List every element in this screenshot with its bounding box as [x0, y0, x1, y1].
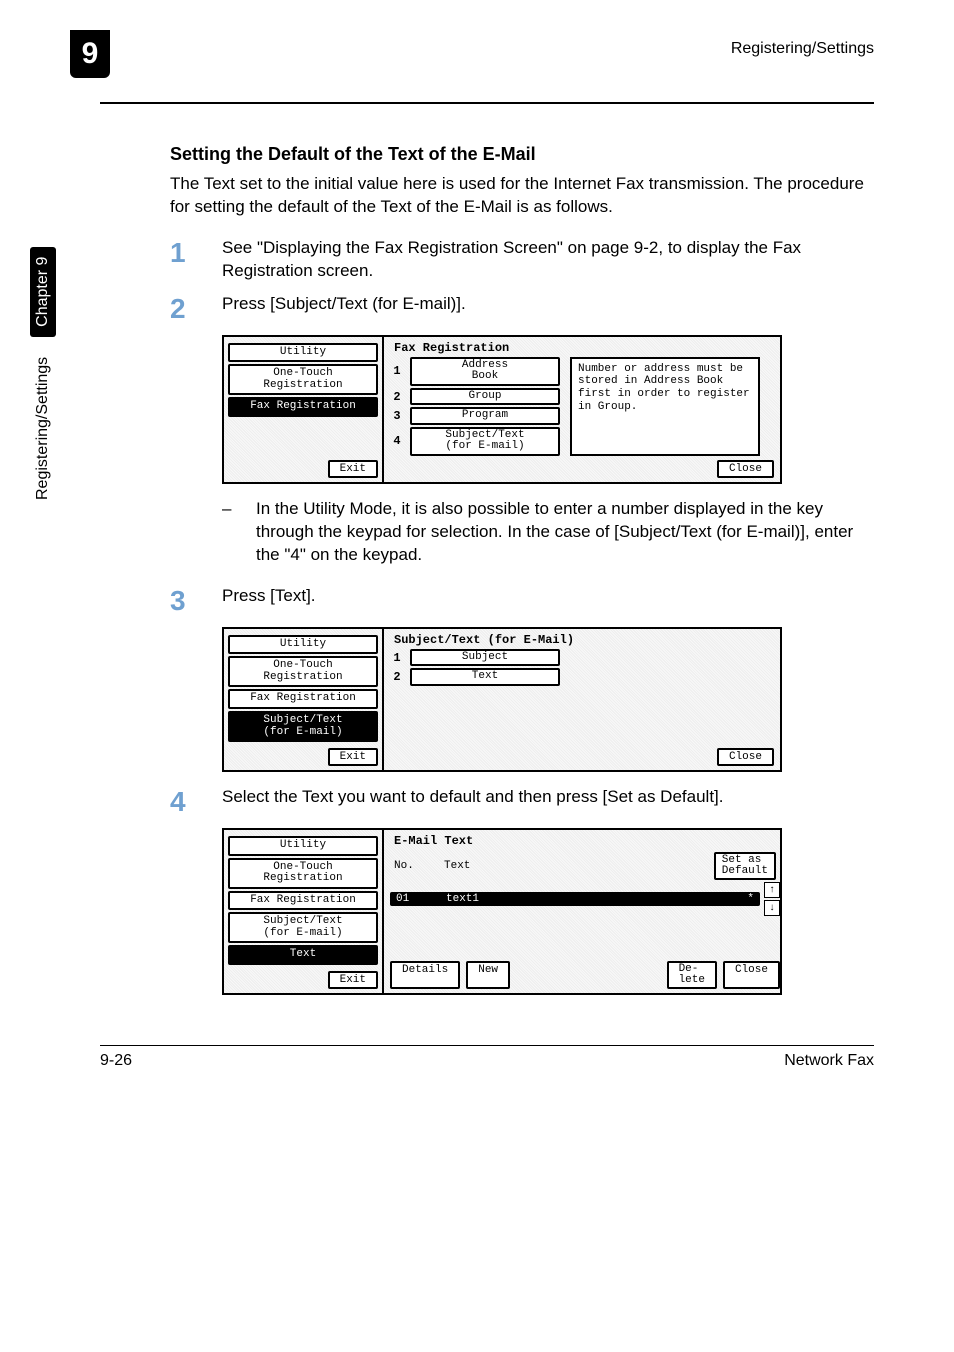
footer: 9-26 Network Fax — [100, 1045, 874, 1070]
scroll-up-button[interactable]: ↑ — [764, 882, 780, 898]
step-1-number: 1 — [170, 237, 194, 283]
opt3-num: 3 — [390, 409, 404, 423]
one-touch-registration-button[interactable]: One-Touch Registration — [228, 364, 378, 395]
panel1-message: Number or address must be stored in Addr… — [570, 357, 760, 456]
panel-subject-text: Utility One-Touch Registration Fax Regis… — [222, 627, 782, 772]
step-3: 3 Press [Text]. — [170, 585, 874, 617]
panel-fax-registration: Utility One-Touch Registration Fax Regis… — [222, 335, 782, 484]
panel3-left: Utility One-Touch Registration Fax Regis… — [224, 830, 384, 993]
fax-registration-button-3[interactable]: Fax Registration — [228, 891, 378, 911]
exit-button-1[interactable]: Exit — [328, 460, 378, 478]
content: Setting the Default of the Text of the E… — [170, 144, 874, 995]
intro-text: The Text set to the initial value here i… — [170, 173, 874, 219]
step-2-number: 2 — [170, 293, 194, 325]
panel1-right: Fax Registration 1 Address Book 2 Group 3P… — [384, 337, 780, 482]
panel-email-text: Utility One-Touch Registration Fax Regis… — [222, 828, 782, 995]
row1-text: text1 — [446, 893, 727, 905]
header-row: Registering/Settings — [100, 40, 874, 62]
close-button-1[interactable]: Close — [717, 460, 774, 478]
step-4: 4 Select the Text you want to default an… — [170, 786, 874, 818]
step-4-text: Select the Text you want to default and … — [222, 786, 874, 818]
one-touch-registration-button-2[interactable]: One-Touch Registration — [228, 656, 378, 687]
program-button[interactable]: Program — [410, 407, 560, 425]
text-row-1[interactable]: 01 text1 * — [390, 892, 760, 906]
step-3-number: 3 — [170, 585, 194, 617]
page: 9 Registering/Settings Registering/Setti… — [0, 0, 954, 1100]
side-vertical: Registering/Settings Chapter 9 — [30, 247, 56, 500]
step-1: 1 See "Displaying the Fax Registration S… — [170, 237, 874, 283]
fax-registration-button-2[interactable]: Fax Registration — [228, 689, 378, 709]
header-rule — [100, 102, 874, 104]
panel2-left: Utility One-Touch Registration Fax Regis… — [224, 629, 384, 770]
details-button[interactable]: Details — [390, 961, 460, 989]
delete-button[interactable]: De- lete — [667, 961, 717, 989]
subject-text-button-3[interactable]: Subject/Text (for E-mail) — [228, 912, 378, 943]
subject-text-button[interactable]: Subject/Text (for E-mail) — [410, 427, 560, 456]
p2-opt2-num: 2 — [390, 670, 404, 684]
chapter-tab: 9 — [70, 30, 110, 78]
header-right-text: Registering/Settings — [731, 40, 874, 58]
step-2-text: Press [Subject/Text (for E-mail)]. — [222, 293, 874, 325]
section-title: Setting the Default of the Text of the E… — [170, 144, 874, 165]
panel1-left: Utility One-Touch Registration Fax Regis… — [224, 337, 384, 482]
side-label-registering: Registering/Settings — [34, 357, 52, 500]
sub-note: – In the Utility Mode, it is also possib… — [222, 498, 874, 567]
panel3-title: E-Mail Text — [390, 834, 780, 848]
address-book-button[interactable]: Address Book — [410, 357, 560, 386]
group-button[interactable]: Group — [410, 388, 560, 406]
col-text: Text — [444, 860, 694, 872]
subject-text-tab[interactable]: Subject/Text (for E-mail) — [228, 711, 378, 742]
scroll-down-button[interactable]: ↓ — [764, 900, 780, 916]
footer-right: Network Fax — [784, 1052, 874, 1070]
opt1-num: 1 — [390, 364, 404, 378]
opt2-num: 2 — [390, 390, 404, 404]
panel1-title: Fax Registration — [390, 341, 774, 355]
exit-button-2[interactable]: Exit — [328, 748, 378, 766]
close-button-2[interactable]: Close — [717, 748, 774, 766]
exit-button-3[interactable]: Exit — [328, 971, 378, 989]
row1-default-star-icon: * — [747, 893, 754, 905]
step-2: 2 Press [Subject/Text (for E-mail)]. — [170, 293, 874, 325]
utility-button-3[interactable]: Utility — [228, 836, 378, 856]
fax-registration-tab[interactable]: Fax Registration — [228, 397, 378, 417]
row1-no: 01 — [396, 893, 426, 905]
utility-button[interactable]: Utility — [228, 343, 378, 363]
col-no: No. — [394, 860, 424, 872]
step-1-text: See "Displaying the Fax Registration Scr… — [222, 237, 874, 283]
utility-button-2[interactable]: Utility — [228, 635, 378, 655]
sub-note-dash: – — [222, 498, 234, 567]
side-chapter-badge: Chapter 9 — [30, 247, 56, 337]
p2-opt1-num: 1 — [390, 651, 404, 665]
step-3-text: Press [Text]. — [222, 585, 874, 617]
panel2-right: Subject/Text (for E-Mail) 1 Subject 2 Text… — [384, 629, 780, 770]
sub-note-text: In the Utility Mode, it is also possible… — [256, 498, 874, 567]
subject-button[interactable]: Subject — [410, 649, 560, 667]
one-touch-registration-button-3[interactable]: One-Touch Registration — [228, 858, 378, 889]
new-button[interactable]: New — [466, 961, 510, 989]
step-4-number: 4 — [170, 786, 194, 818]
text-button[interactable]: Text — [410, 668, 560, 686]
close-button-3[interactable]: Close — [723, 961, 780, 989]
opt4-num: 4 — [390, 434, 404, 448]
panel3-right: E-Mail Text No. Text Set as Default 01 — [384, 830, 786, 993]
set-as-default-button[interactable]: Set as Default — [714, 852, 776, 880]
text-tab[interactable]: Text — [228, 945, 378, 965]
panel2-title: Subject/Text (for E-Mail) — [390, 633, 774, 647]
footer-page-number: 9-26 — [100, 1052, 132, 1070]
